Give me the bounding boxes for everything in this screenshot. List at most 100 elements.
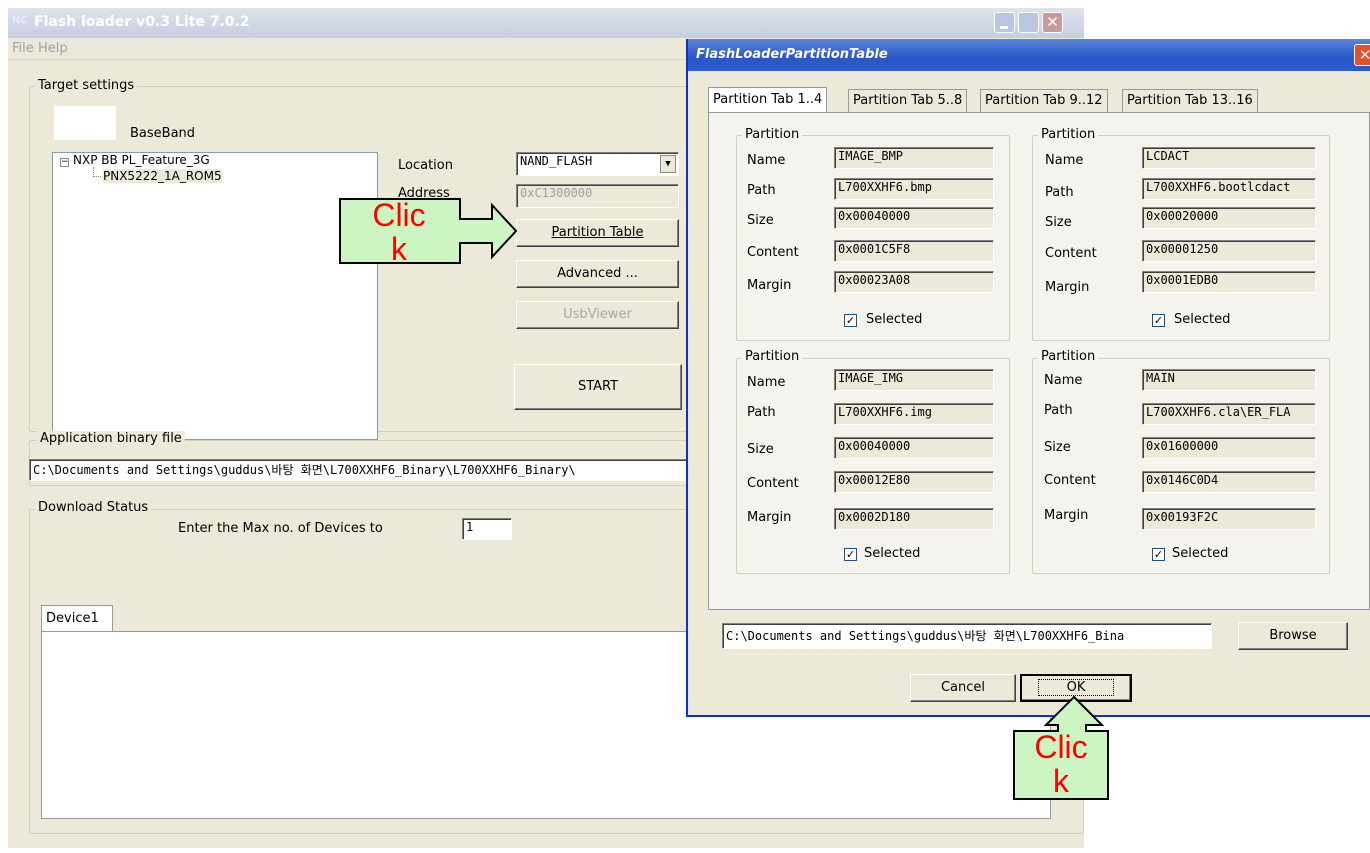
partition-table-label: Partition Table (551, 225, 644, 240)
content-label: Content (747, 245, 799, 260)
click-text-line1: Clic (1034, 729, 1088, 765)
partition-content-field[interactable]: 0x0001C5F8 (834, 240, 994, 262)
selected-checkbox[interactable]: ✓ (1152, 314, 1165, 327)
partition-margin-field[interactable]: 0x00023A08 (834, 271, 994, 293)
partition-name-field[interactable]: IMAGE_BMP (834, 147, 994, 169)
click-callout-partition: Clic k (338, 197, 550, 267)
partition-name-field[interactable]: LCDACT (1142, 147, 1316, 169)
tab-partition-13-16[interactable]: Partition Tab 13..16 (1122, 89, 1258, 113)
partition-margin-field[interactable]: 0x0001EDB0 (1142, 271, 1316, 293)
cancel-label: Cancel (940, 680, 986, 695)
tab-label: Partition Tab 5..8 (853, 93, 963, 108)
start-button[interactable]: START (514, 364, 682, 410)
usbviewer-label: UsbViewer (563, 307, 632, 322)
tab-device1[interactable]: Device1 (41, 605, 113, 633)
click-text-line2: k (391, 231, 407, 267)
tree-connector (93, 167, 101, 177)
path-label: Path (1045, 185, 1074, 200)
tab-partition-9-12[interactable]: Partition Tab 9..12 (980, 89, 1108, 113)
partition-size-field[interactable]: 0x00040000 (834, 437, 994, 459)
baseband-label: BaseBand (130, 126, 196, 141)
max-devices-label: Enter the Max no. of Devices to (178, 521, 383, 536)
partition-content-field[interactable]: 0x00012E80 (834, 471, 994, 493)
name-label: Name (1045, 153, 1084, 168)
partition-path-field[interactable]: L700XXHF6.bootlcdact (1142, 178, 1316, 200)
tree-child-item[interactable]: PNX5222_1A_ROM5 (103, 169, 222, 183)
location-label: Location (398, 158, 453, 173)
partition-path-field[interactable]: L700XXHF6.bmp (834, 178, 994, 200)
partition-group-label: Partition (742, 127, 803, 142)
partition-name-field[interactable]: IMAGE_IMG (834, 369, 994, 391)
tab-device1-label: Device1 (46, 611, 99, 626)
close-icon: ✕ (1046, 13, 1059, 31)
close-button[interactable]: ✕ (1042, 12, 1063, 33)
tab-partition-1-4[interactable]: Partition Tab 1..4 (708, 87, 828, 113)
device-tree[interactable]: − NXP BB PL_Feature_3G PNX5222_1A_ROM5 (52, 152, 378, 440)
minimize-button[interactable] (994, 12, 1015, 33)
click-text-line1: Clic (372, 197, 426, 233)
selected-label: Selected (864, 546, 921, 561)
window-title: Flash loader v0.3 Lite 7.0.2 (34, 14, 250, 30)
chevron-down-icon[interactable]: ▼ (660, 155, 676, 173)
tree-root-item[interactable]: NXP BB PL_Feature_3G (73, 153, 210, 167)
location-select[interactable]: NAND_FLASH ▼ (516, 152, 679, 176)
menu-file[interactable]: File (12, 41, 34, 56)
app-icon: NC (12, 15, 28, 26)
selected-checkbox[interactable]: ✓ (844, 314, 857, 327)
advanced-label: Advanced ... (557, 266, 638, 281)
usbviewer-button[interactable]: UsbViewer (516, 301, 679, 329)
browse-label: Browse (1269, 628, 1317, 643)
size-label: Size (1045, 215, 1072, 230)
content-label: Content (747, 476, 799, 491)
partition-margin-field[interactable]: 0x00193F2C (1142, 508, 1316, 530)
browse-button[interactable]: Browse (1238, 622, 1348, 650)
partition-size-field[interactable]: 0x00040000 (834, 207, 994, 229)
partition-size-field[interactable]: 0x01600000 (1142, 437, 1316, 459)
name-label: Name (1044, 373, 1083, 388)
partition-file-path[interactable]: C:\Documents and Settings\guddus\바탕 화면\L… (722, 623, 1212, 649)
app-binary-label: Application binary file (37, 431, 185, 446)
partition-name-field[interactable]: MAIN (1142, 369, 1316, 391)
path-label: Path (747, 183, 776, 198)
dialog-close-button[interactable]: ✕ (1354, 44, 1370, 66)
tree-expand-icon[interactable]: − (60, 158, 69, 167)
path-label: Path (1044, 403, 1073, 418)
cancel-button[interactable]: Cancel (910, 674, 1016, 702)
app-binary-path[interactable]: C:\Documents and Settings\guddus\바탕 화면\L… (29, 459, 709, 481)
partition-content-field[interactable]: 0x00001250 (1142, 240, 1316, 262)
tab-label: Partition Tab 13..16 (1127, 93, 1253, 108)
size-label: Size (747, 213, 774, 228)
selected-checkbox[interactable]: ✓ (844, 548, 857, 561)
partition-path-field[interactable]: L700XXHF6.cla\ER_FLA (1142, 403, 1316, 425)
start-label: START (577, 379, 619, 394)
selected-checkbox[interactable]: ✓ (1152, 548, 1165, 561)
click-text-line2: k (1053, 763, 1069, 799)
selected-label: Selected (866, 312, 923, 327)
selected-label: Selected (1172, 546, 1229, 561)
partition-path-field[interactable]: L700XXHF6.img (834, 403, 994, 425)
partition-group-label: Partition (1038, 127, 1099, 142)
partition-margin-field[interactable]: 0x0002D180 (834, 508, 994, 530)
tab-partition-5-8[interactable]: Partition Tab 5..8 (848, 89, 968, 113)
partition-group-label: Partition (742, 349, 803, 364)
menu-help[interactable]: Help (38, 41, 68, 56)
tab-label: Partition Tab 1..4 (713, 92, 823, 107)
tab-label: Partition Tab 9..12 (985, 93, 1103, 108)
partition-size-field[interactable]: 0x00020000 (1142, 207, 1316, 229)
partition-content-field[interactable]: 0x0146C0D4 (1142, 471, 1316, 493)
content-label: Content (1045, 246, 1097, 261)
selected-label: Selected (1174, 312, 1231, 327)
max-devices-input[interactable]: 1 (462, 518, 512, 540)
minimize-icon (1000, 26, 1008, 29)
partition-dialog: FlashLoaderPartitionTable ✕ Partition Ta… (686, 39, 1370, 717)
size-label: Size (1044, 440, 1071, 455)
margin-label: Margin (1045, 280, 1090, 295)
margin-label: Margin (1044, 508, 1089, 523)
margin-label: Margin (747, 278, 792, 293)
name-label: Name (747, 375, 786, 390)
dialog-titlebar[interactable]: FlashLoaderPartitionTable ✕ (688, 39, 1370, 71)
maximize-button[interactable] (1018, 12, 1039, 33)
click-callout-ok: Clic k (1010, 695, 1114, 805)
main-titlebar[interactable]: NC Flash loader v0.3 Lite 7.0.2 ✕ (8, 8, 1084, 38)
baseband-swatch (54, 106, 116, 140)
